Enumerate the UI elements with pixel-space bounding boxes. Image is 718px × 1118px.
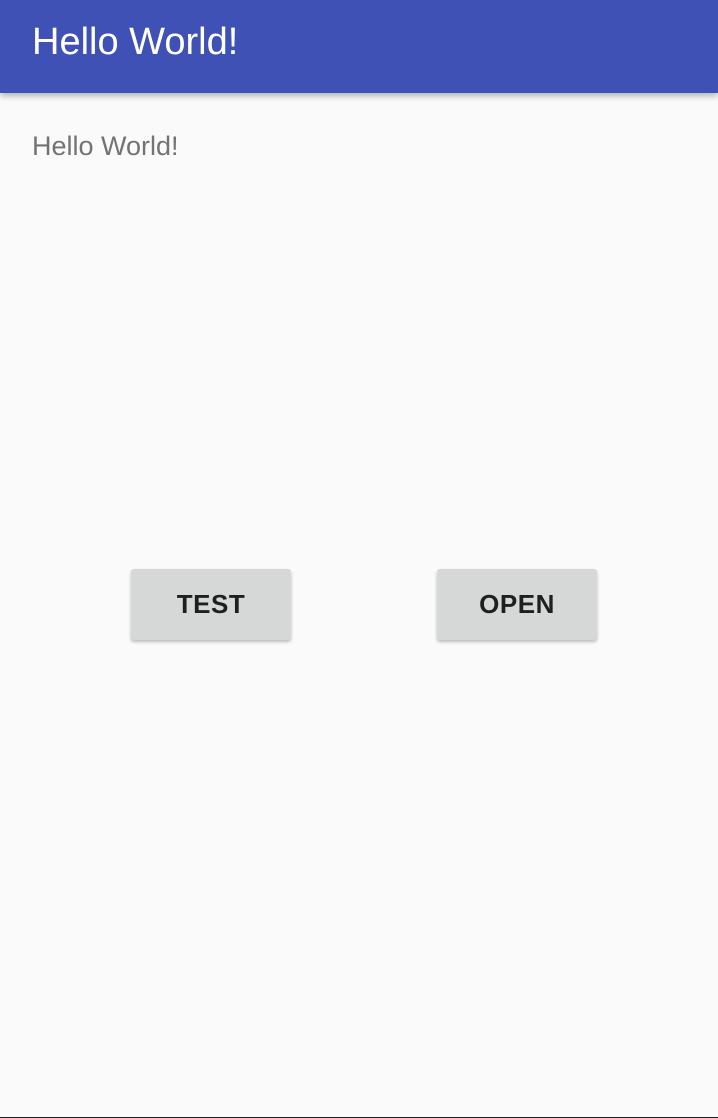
app-bar-title: Hello World!	[32, 21, 239, 63]
hello-world-text: Hello World!	[32, 131, 179, 161]
screen: Hello World! Hello World! TEST OPEN	[0, 0, 718, 1118]
app-bar: Hello World!	[0, 0, 718, 93]
test-button[interactable]: TEST	[131, 569, 291, 640]
open-button[interactable]: OPEN	[437, 569, 597, 640]
